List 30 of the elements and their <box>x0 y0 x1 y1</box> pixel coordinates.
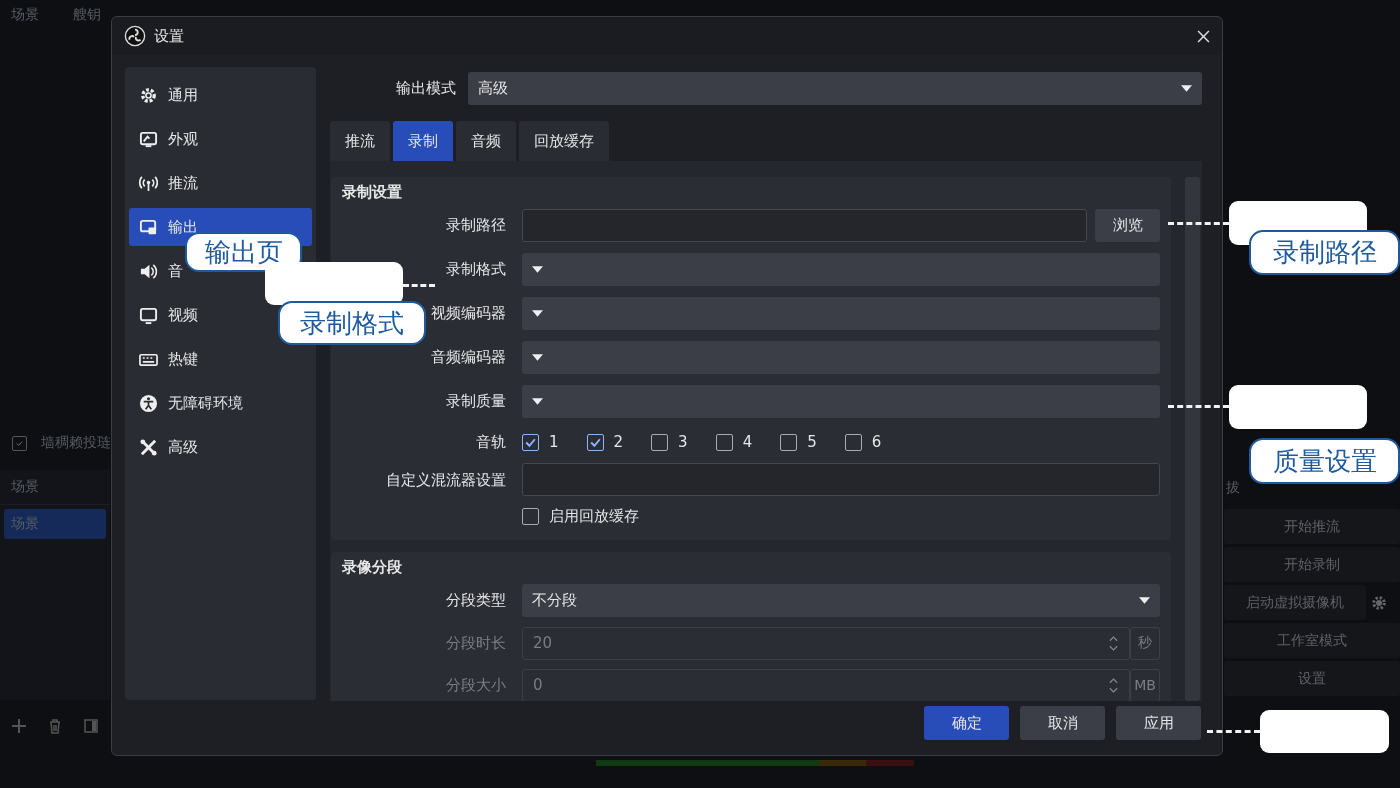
field-label: 分段类型 <box>446 591 506 609</box>
callout-tooltip: 录制格式 <box>278 301 426 345</box>
checkbox-label: 启用回放缓存 <box>549 507 639 526</box>
callout-tooltip: 输出页 <box>185 232 302 272</box>
field-label: 分段时长 <box>446 634 506 652</box>
checkbox-label: 墙稠赖投琏 <box>41 434 111 452</box>
group-title: 录制设置 <box>342 181 403 203</box>
panel-title: 拔 <box>1225 478 1241 497</box>
field-label: 录制质量 <box>446 392 506 410</box>
unit-label: 秒 <box>1130 626 1160 660</box>
field-label: 自定义混流器设置 <box>386 470 506 489</box>
field-label: 分段大小 <box>446 676 506 694</box>
group-title: 录像分段 <box>342 556 403 578</box>
field-label: 录制格式 <box>446 260 506 278</box>
callout-tooltip: 录制路径 <box>1249 230 1400 275</box>
callout-tooltip: 质量设置 <box>1249 438 1400 484</box>
checkbox-label: 2 <box>613 433 624 451</box>
checkbox-label: 4 <box>742 433 753 451</box>
unit-label: MB <box>1130 668 1160 701</box>
checkbox-label: 6 <box>871 433 882 451</box>
window-title: 设置 <box>154 26 185 46</box>
field-label: 音频编码器 <box>431 348 506 366</box>
field-label: 输出模式 <box>396 79 456 98</box>
checkbox-label: 5 <box>807 433 817 451</box>
field-label: 音轨 <box>476 433 506 451</box>
field-label: 录制路径 <box>446 216 506 234</box>
panel-title: 场景 <box>0 470 110 505</box>
checkbox-label: 1 <box>549 433 559 451</box>
field-label: 视频编码器 <box>431 304 506 322</box>
checkbox-label: 3 <box>678 433 688 451</box>
